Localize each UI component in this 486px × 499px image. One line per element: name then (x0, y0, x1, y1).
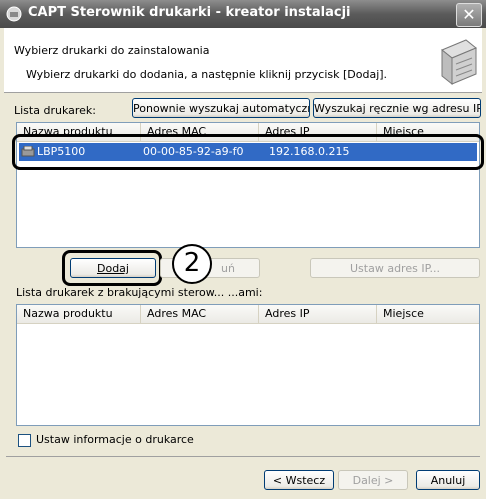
cancel-button[interactable]: Anuluj (416, 470, 480, 490)
window-title: CAPT Sterownik drukarki - kreator instal… (28, 5, 351, 20)
footer-divider (6, 456, 480, 457)
wizard-header: Wybierz drukarki do zainstalowania Wybie… (4, 28, 482, 93)
printer-icon (6, 6, 22, 22)
column-header[interactable]: Miejsce (377, 305, 479, 323)
column-header[interactable]: Adres IP (259, 305, 377, 323)
back-button[interactable]: < Wstecz (264, 470, 334, 490)
step-number-badge: 2 (172, 244, 212, 284)
next-button[interactable]: Dalej > (338, 470, 408, 490)
close-button[interactable]: ✕ (456, 3, 482, 27)
header-subheading: Wybierz drukarki do dodania, a następnie… (26, 68, 388, 81)
title-bar: CAPT Sterownik drukarki - kreator instal… (0, 0, 486, 28)
rescan-button[interactable]: Ponownie wyszukaj automatycznie (132, 98, 310, 118)
column-header[interactable]: Adres MAC (141, 305, 259, 323)
selected-row-highlight (12, 134, 484, 170)
set-ip-button[interactable]: Ustaw adres IP... (310, 258, 480, 278)
column-header[interactable]: Nazwa produktu (17, 305, 141, 323)
header-heading: Wybierz drukarki do zainstalowania (14, 44, 210, 57)
set-printer-info-checkbox[interactable] (18, 434, 31, 447)
set-printer-info-label: Ustaw informacje o drukarce (36, 433, 194, 446)
printer-illustration-icon (441, 39, 477, 86)
installer-window: CAPT Sterownik drukarki - kreator instal… (0, 0, 486, 499)
printer-list-label: Lista drukarek: (14, 104, 96, 117)
missing-list-header: Nazwa produktu Adres MAC Adres IP Miejsc… (17, 305, 479, 324)
add-button-highlight (62, 250, 162, 286)
manual-search-button[interactable]: Wyszukaj ręcznie wg adresu IP... (313, 98, 481, 118)
missing-drivers-label: Lista drukarek z brakującymi sterow... .… (16, 286, 263, 299)
missing-drivers-list[interactable]: Nazwa produktu Adres MAC Adres IP Miejsc… (16, 304, 480, 426)
